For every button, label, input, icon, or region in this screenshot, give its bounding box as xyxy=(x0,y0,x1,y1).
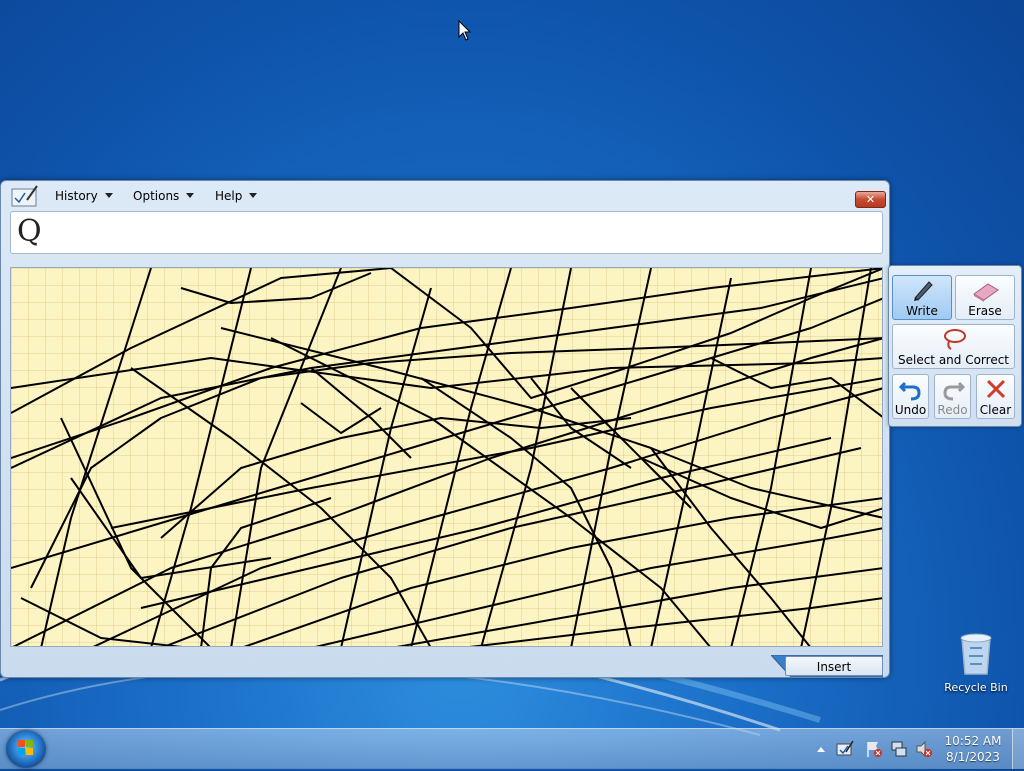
recycle-bin-icon xyxy=(960,633,992,675)
close-button[interactable]: ✕ xyxy=(855,191,886,208)
show-desktop-button[interactable] xyxy=(1012,729,1024,769)
preview-text: Q xyxy=(17,214,42,249)
lasso-icon xyxy=(944,329,966,350)
recognition-preview: Q xyxy=(10,211,883,254)
redo-label: Redo xyxy=(937,403,968,417)
select-and-correct-button[interactable]: Select and Correct xyxy=(892,324,1015,369)
chevron-down-icon xyxy=(186,193,195,198)
mouse-cursor-icon xyxy=(458,20,472,41)
system-clock[interactable]: 10:52 AM 8/1/2023 xyxy=(940,733,1006,765)
math-input-app-icon xyxy=(11,185,38,207)
write-label: Write xyxy=(906,304,938,318)
write-button[interactable]: Write xyxy=(892,275,952,320)
show-hidden-icons-icon[interactable] xyxy=(816,745,826,753)
clear-button[interactable]: Clear xyxy=(976,374,1015,419)
redo-icon xyxy=(943,381,965,401)
chevron-down-icon xyxy=(104,193,113,198)
taskbar: 10:52 AM 8/1/2023 xyxy=(0,728,1024,769)
ink-strokes xyxy=(11,268,882,646)
eraser-icon xyxy=(973,283,999,302)
pen-icon xyxy=(914,281,933,301)
select-and-correct-label: Select and Correct xyxy=(897,353,1010,367)
menu-help-label: Help xyxy=(215,189,243,203)
clear-label: Clear xyxy=(979,403,1012,417)
menu-options-label: Options xyxy=(133,189,180,203)
menu-history[interactable]: History xyxy=(55,187,113,205)
insert-button[interactable]: Insert xyxy=(785,656,883,676)
insert-label: Insert xyxy=(816,660,852,674)
clock-date: 8/1/2023 xyxy=(946,750,1000,764)
windows-logo-icon xyxy=(18,740,33,755)
redo-button[interactable]: Redo xyxy=(934,374,971,419)
menu-options[interactable]: Options xyxy=(133,187,195,205)
close-icon: ✕ xyxy=(865,193,876,206)
recycle-bin-label: Recycle Bin xyxy=(944,681,1008,694)
menu-history-label: History xyxy=(55,189,98,203)
network-icon[interactable] xyxy=(890,740,908,758)
undo-button[interactable]: Undo xyxy=(892,374,929,419)
tool-panel: Write Erase Select and Correct Undo Redo xyxy=(888,265,1022,427)
writing-pad[interactable] xyxy=(10,267,883,647)
erase-button[interactable]: Erase xyxy=(955,275,1015,320)
undo-icon xyxy=(899,381,921,401)
clear-x-icon xyxy=(986,379,1006,399)
erase-label: Erase xyxy=(968,304,1002,318)
math-input-panel-window: History Options Help ✕ Q Insert xyxy=(0,180,890,678)
menu-help[interactable]: Help xyxy=(215,187,258,205)
clock-time: 10:52 AM xyxy=(944,734,1002,748)
tablet-input-icon[interactable] xyxy=(836,740,854,756)
recycle-bin-shortcut[interactable]: Recycle Bin xyxy=(940,630,1012,694)
start-button[interactable] xyxy=(6,730,46,768)
undo-label: Undo xyxy=(894,403,927,417)
action-center-flag-icon[interactable] xyxy=(865,740,883,758)
chevron-down-icon xyxy=(249,193,258,198)
volume-muted-icon[interactable] xyxy=(915,740,933,758)
